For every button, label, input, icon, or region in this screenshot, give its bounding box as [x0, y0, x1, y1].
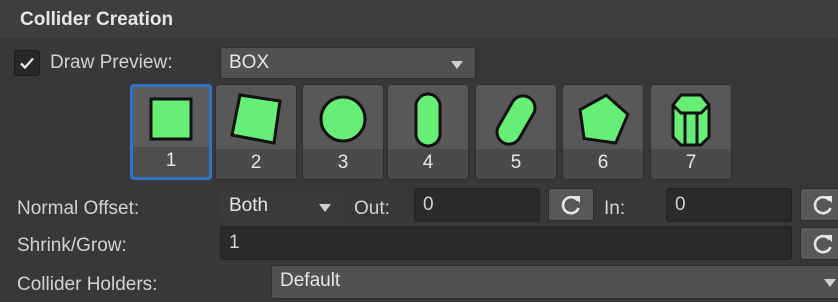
rotated-square-shape-icon: [230, 93, 282, 145]
shape-tile-number: 7: [685, 152, 697, 173]
chevron-down-icon: [319, 204, 331, 212]
normal-offset-mode-value: Both: [229, 195, 269, 216]
shape-tile-number: 3: [337, 152, 349, 173]
pentagon-shape-icon: [578, 93, 630, 145]
capsule-shape-icon: [414, 92, 442, 148]
shape-tile-number: 4: [422, 152, 434, 173]
chevron-down-icon: [451, 61, 463, 69]
reset-shrink-grow-button[interactable]: [800, 227, 838, 260]
normal-offset-mode-dropdown[interactable]: Both: [220, 190, 342, 222]
square-shape-icon: [149, 97, 193, 141]
shape-tile-number: 5: [510, 152, 522, 173]
collider-holders-dropdown[interactable]: Default: [271, 265, 838, 299]
draw-preview-label: Draw Preview:: [50, 52, 173, 73]
shape-tile-1[interactable]: 1: [130, 84, 212, 180]
draw-preview-checkbox[interactable]: [14, 50, 40, 76]
checkmark-icon: [20, 57, 34, 70]
cylinder-shape-icon: [671, 93, 711, 147]
shape-tile-3[interactable]: 3: [302, 84, 384, 180]
collider-holders-label: Collider Holders:: [17, 274, 158, 295]
draw-preview-dropdown[interactable]: BOX: [220, 47, 476, 79]
shrink-grow-label: Shrink/Grow:: [17, 235, 127, 256]
normal-offset-label: Normal Offset:: [17, 198, 140, 219]
draw-preview-value: BOX: [229, 52, 270, 73]
section-header: Collider Creation: [0, 0, 838, 38]
shape-tile-5[interactable]: 5: [475, 84, 557, 180]
out-value-field[interactable]: 0: [414, 188, 540, 222]
shape-tile-number: 1: [165, 150, 177, 171]
shape-tile-number: 6: [597, 152, 609, 173]
in-label: In:: [604, 198, 626, 219]
refresh-icon: [813, 195, 832, 214]
refresh-icon: [813, 234, 832, 253]
tilted-capsule-shape-icon: [495, 94, 537, 146]
shape-tile-number: 2: [250, 152, 262, 173]
reset-out-button[interactable]: [548, 188, 594, 221]
section-title: Collider Creation: [20, 9, 174, 30]
out-label: Out:: [354, 198, 390, 219]
circle-shape-icon: [319, 95, 367, 143]
shrink-grow-field[interactable]: 1: [220, 226, 792, 260]
shape-tile-2[interactable]: 2: [215, 84, 297, 180]
shape-tile-7[interactable]: 7: [650, 84, 732, 180]
chevron-down-icon: [824, 279, 836, 287]
collider-holders-value: Default: [280, 270, 341, 291]
in-value-field[interactable]: 0: [666, 188, 792, 222]
shape-tile-6[interactable]: 6: [562, 84, 644, 180]
reset-in-button[interactable]: [800, 188, 838, 221]
shape-tile-4[interactable]: 4: [387, 84, 469, 180]
refresh-icon: [561, 195, 580, 214]
